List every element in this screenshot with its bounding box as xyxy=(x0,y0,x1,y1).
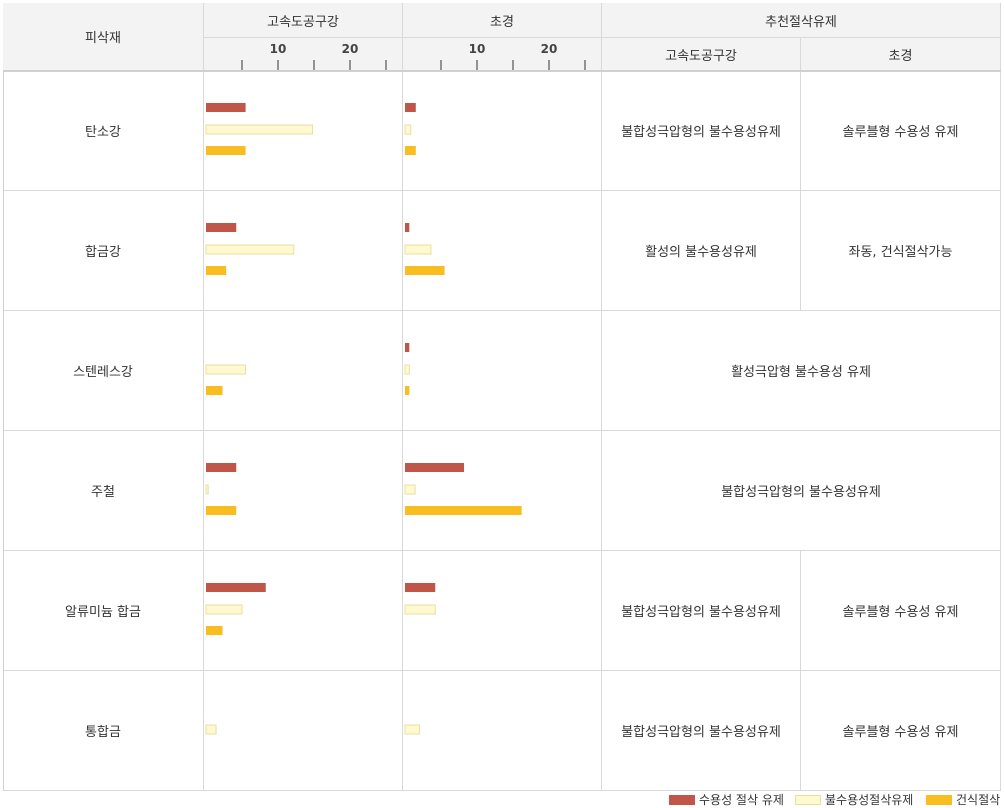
legend-nonwater: 불수용성절삭유제 xyxy=(795,791,913,808)
row-material: 통합금 xyxy=(3,671,204,791)
bar-cell-hss xyxy=(204,551,403,671)
bar-cell-carbide xyxy=(403,71,602,191)
bar-cell-hss xyxy=(204,191,403,311)
bar-cell-hss xyxy=(204,311,403,431)
row-material: 주철 xyxy=(3,431,204,551)
bar-cell-carbide xyxy=(403,311,602,431)
recommend-carbide: 좌동, 건식절삭가능 xyxy=(801,191,1001,311)
legend-dry: 건식절삭 xyxy=(926,791,1000,808)
bar-cell-carbide xyxy=(403,191,602,311)
bar-cell-carbide xyxy=(403,551,602,671)
legend-water-label: 수용성 절삭 유제 xyxy=(699,793,784,807)
recommend-carbide: 솔루블형 수용성 유제 xyxy=(801,671,1001,791)
bar-cell-carbide xyxy=(403,431,602,551)
bar-cell-hss xyxy=(204,71,403,191)
header-recommend: 추천절삭유제 xyxy=(602,3,1001,38)
recommend-carbide: 솔루블형 수용성 유제 xyxy=(801,551,1001,671)
row-material: 스텐레스강 xyxy=(3,311,204,431)
row-material: 알류미늄 합금 xyxy=(3,551,204,671)
recommend-merged: 활성극압형 불수용성 유제 xyxy=(602,311,1001,431)
recommend-hss: 활성의 불수용성유제 xyxy=(602,191,801,311)
legend-nonwater-swatch xyxy=(795,794,821,805)
recommend-carbide: 솔루블형 수용성 유제 xyxy=(801,71,1001,191)
recommend-hss: 불합성극압형의 불수용성유제 xyxy=(602,551,801,671)
axis-cell-hss xyxy=(204,38,403,71)
row-material: 합금강 xyxy=(3,191,204,311)
header-carbide: 초경 xyxy=(403,3,602,38)
legend-nonwater-label: 불수용성절삭유제 xyxy=(825,793,914,807)
recommend-hss: 불합성극압형의 불수용성유제 xyxy=(602,71,801,191)
axis-cell-carbide xyxy=(403,38,602,71)
header-hss: 고속도공구강 xyxy=(204,3,403,38)
legend-water-swatch xyxy=(669,794,695,805)
legend-dry-swatch xyxy=(926,794,952,805)
bar-cell-hss xyxy=(204,431,403,551)
recommend-merged: 불합성극압형의 불수용성유제 xyxy=(602,431,1001,551)
bar-cell-carbide xyxy=(403,671,602,791)
recommend-hss: 불합성극압형의 불수용성유제 xyxy=(602,671,801,791)
header-rec-carbide: 초경 xyxy=(801,38,1001,71)
header-divider xyxy=(3,70,1001,72)
row-material: 탄소강 xyxy=(3,71,204,191)
legend-water: 수용성 절삭 유제 xyxy=(669,791,784,808)
header-rec-hss: 고속도공구강 xyxy=(602,38,801,71)
header-material: 피삭재 xyxy=(3,3,204,71)
legend-dry-label: 건식절삭 xyxy=(956,793,1001,807)
bar-cell-hss xyxy=(204,671,403,791)
